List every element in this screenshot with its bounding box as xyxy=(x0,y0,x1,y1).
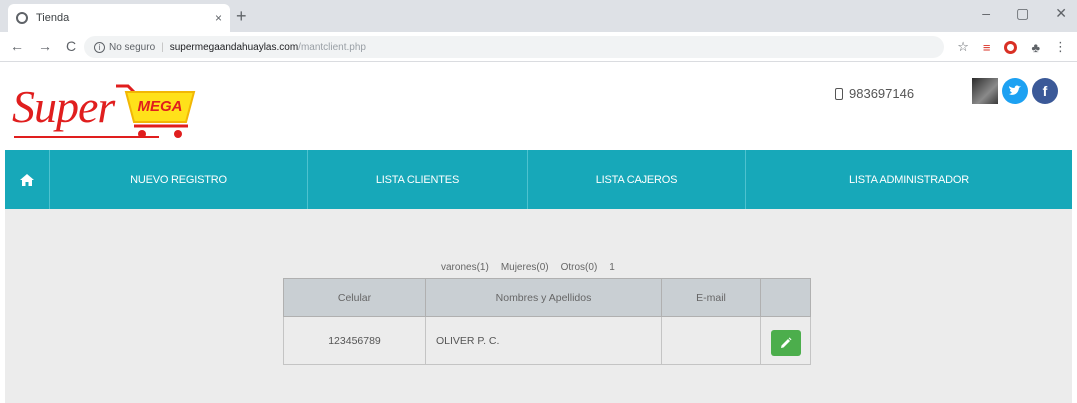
table-row: 123456789 OLIVER P. C. xyxy=(283,316,811,365)
info-icon[interactable]: i xyxy=(94,41,105,53)
stat-otros: Otros(0) xyxy=(560,262,598,273)
col-nombres: Nombres y Apellidos xyxy=(425,278,662,317)
main-content: varones(1) Mujeres(0) Otros(0) 1 Celular… xyxy=(5,209,1072,403)
cell-celular: 123456789 xyxy=(283,316,426,365)
back-icon[interactable]: ← xyxy=(10,38,24,54)
browser-tab[interactable]: Tienda × xyxy=(8,4,230,32)
cell-nombres: OLIVER P. C. xyxy=(425,316,662,365)
clients-table: Celular Nombres y Apellidos E-mail 12345… xyxy=(283,278,811,365)
url-separator: | xyxy=(161,41,164,53)
opera-icon[interactable] xyxy=(1004,40,1018,54)
browser-tabbar: Tienda × + – ▢ ✕ xyxy=(0,0,1077,32)
tab-close-icon[interactable]: × xyxy=(215,11,222,25)
browser-menu-icon[interactable]: ⋮ xyxy=(1054,39,1067,55)
reload-icon[interactable]: C xyxy=(66,38,76,54)
nav-home[interactable] xyxy=(5,150,50,209)
contact-phone: 983697146 xyxy=(835,86,914,101)
globe-icon xyxy=(16,12,28,24)
phone-icon xyxy=(835,87,843,100)
extension-icons: ☆ ≡ ♣ ⋮ xyxy=(957,39,1067,55)
col-actions xyxy=(760,278,811,317)
url-domain: supermegaandahuaylas.com xyxy=(169,41,299,53)
minimize-icon[interactable]: – xyxy=(982,5,990,22)
cell-email xyxy=(661,316,761,365)
stat-mujeres: Mujeres(0) xyxy=(500,262,549,273)
pencil-icon xyxy=(780,337,791,348)
col-email: E-mail xyxy=(661,278,761,317)
logo-mega-text: MEGA xyxy=(138,98,183,115)
new-tab-button[interactable]: + xyxy=(236,6,247,26)
cell-actions xyxy=(760,316,811,365)
url-input[interactable]: i No seguro | supermegaandahuaylas.com /… xyxy=(84,36,944,58)
site-logo[interactable]: Super MEGA xyxy=(12,74,197,146)
site-header: Super MEGA 983697146 f xyxy=(0,62,1077,150)
extension-puzzle-icon[interactable]: ♣ xyxy=(1031,40,1040,55)
social-links: f xyxy=(972,78,1058,104)
nav-lista-clientes[interactable]: LISTA CLIENTES xyxy=(308,150,528,209)
extension-list-icon[interactable]: ≡ xyxy=(983,40,991,55)
main-nav: NUEVO REGISTRO LISTA CLIENTES LISTA CAJE… xyxy=(5,150,1072,209)
maximize-icon[interactable]: ▢ xyxy=(1016,5,1029,22)
user-avatar[interactable] xyxy=(972,78,998,104)
col-celular: Celular xyxy=(283,278,426,317)
table-header-row: Celular Nombres y Apellidos E-mail xyxy=(283,278,811,317)
edit-button[interactable] xyxy=(770,329,801,356)
gender-stats: varones(1) Mujeres(0) Otros(0) 1 xyxy=(441,262,615,273)
nav-lista-cajeros[interactable]: LISTA CAJEROS xyxy=(528,150,746,209)
home-icon xyxy=(20,173,34,186)
twitter-icon[interactable] xyxy=(1002,78,1028,104)
bookmark-star-icon[interactable]: ☆ xyxy=(957,39,969,55)
close-window-icon[interactable]: ✕ xyxy=(1055,5,1067,22)
nav-nuevo-registro[interactable]: NUEVO REGISTRO xyxy=(50,150,308,209)
address-bar: ← → C i No seguro | supermegaandahuaylas… xyxy=(0,32,1077,62)
stat-total: 1 xyxy=(609,262,615,273)
facebook-icon[interactable]: f xyxy=(1032,78,1058,104)
security-label: No seguro xyxy=(109,41,156,53)
phone-number: 983697146 xyxy=(849,86,915,101)
cart-logo-icon: MEGA xyxy=(116,84,196,138)
browser-nav-buttons: ← → C xyxy=(10,38,76,54)
window-controls: – ▢ ✕ xyxy=(982,5,1067,22)
nav-lista-administrador[interactable]: LISTA ADMINISTRADOR xyxy=(746,150,1072,209)
logo-text: Super xyxy=(12,81,115,132)
forward-icon[interactable]: → xyxy=(38,38,52,54)
url-path: /mantclient.php xyxy=(298,41,366,53)
tab-title: Tienda xyxy=(36,12,70,24)
stat-varones: varones(1) xyxy=(441,262,489,273)
